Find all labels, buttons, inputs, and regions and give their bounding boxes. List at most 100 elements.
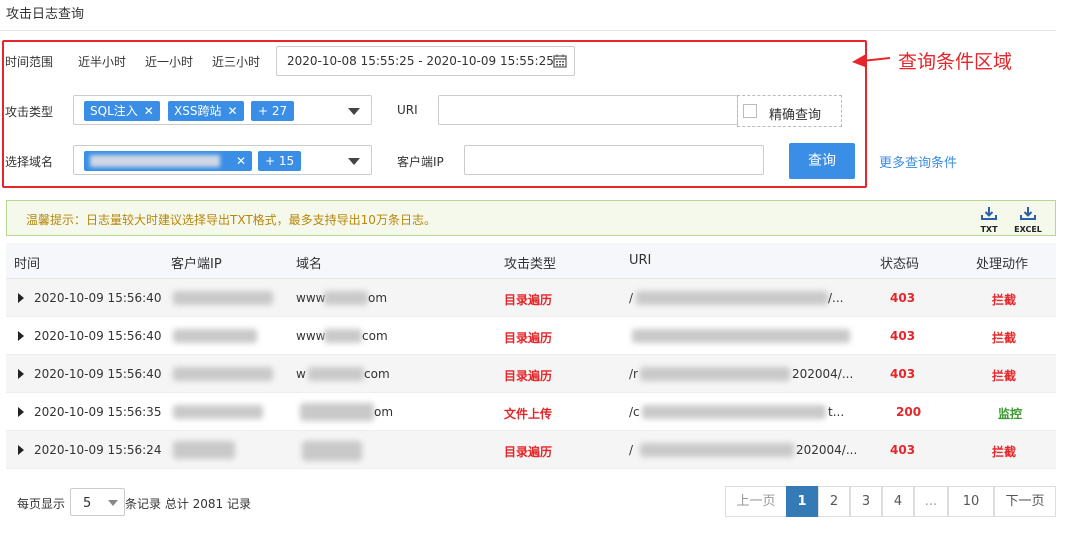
table-row[interactable]: 2020-10-09 15:56:40 www om 目录遍历 / /... 4… (6, 279, 1056, 317)
exact-query-checkbox[interactable] (743, 104, 757, 118)
page-button-10[interactable]: 10 (948, 486, 994, 517)
quick-range-one-hour[interactable]: 近一小时 (145, 53, 193, 70)
attack-more-count: + 27 (251, 101, 295, 121)
export-txt-button[interactable]: TXT (975, 207, 1003, 234)
download-icon (1020, 207, 1036, 220)
title-divider (0, 30, 1056, 31)
col-domain: 域名 (296, 257, 323, 272)
page-button-4[interactable]: 4 (882, 486, 914, 517)
domain-select[interactable]: ✕ + 15 (73, 145, 372, 175)
row-action: 拦截 (992, 293, 1017, 307)
row-status: 403 (890, 291, 916, 305)
redacted-ip (173, 329, 257, 343)
date-range-input[interactable]: 2020-10-08 15:55:25 - 2020-10-09 15:55:2… (276, 46, 575, 76)
col-action: 处理动作 (976, 257, 1029, 272)
row-domain-prefix: www (296, 291, 326, 305)
annotation-arrow-icon (852, 54, 891, 67)
client-ip-input[interactable] (464, 145, 764, 175)
row-uri-suffix: 202004/... (792, 367, 854, 381)
row-action: 拦截 (992, 331, 1017, 345)
redacted-ip (173, 441, 235, 459)
chevron-down-icon[interactable] (108, 500, 118, 506)
table-header: 时间 客户端IP 域名 攻击类型 URI 状态码 处理动作 (6, 243, 1056, 279)
quick-range-three-hours[interactable]: 近三小时 (212, 53, 260, 70)
date-range-value: 2020-10-08 15:55:25 - 2020-10-09 15:55:2… (287, 54, 554, 68)
domain-more-count: + 15 (258, 151, 302, 171)
close-icon[interactable]: ✕ (144, 104, 154, 118)
export-excel-button[interactable]: EXCEL (1012, 207, 1044, 234)
row-status: 200 (896, 405, 922, 419)
row-action: 拦截 (992, 369, 1017, 383)
tip-text: 温馨提示：日志量较大时建议选择导出TXT格式，最多支持导出10万条日志。 (26, 213, 436, 227)
close-icon[interactable]: ✕ (236, 151, 246, 171)
col-uri: URI (629, 253, 652, 268)
col-client-ip: 客户端IP (171, 257, 222, 272)
row-time: 2020-10-09 15:56:40 (34, 367, 162, 381)
expand-row-icon[interactable] (18, 331, 24, 341)
row-uri-prefix: / (629, 291, 634, 305)
redacted-uri (640, 367, 790, 381)
col-status: 状态码 (880, 257, 920, 272)
page-button-3[interactable]: 3 (850, 486, 882, 517)
row-status: 403 (890, 443, 916, 457)
domain-tag: ✕ (84, 151, 252, 171)
row-status: 403 (890, 329, 916, 343)
export-txt-label: TXT (980, 225, 998, 234)
row-action: 监控 (998, 407, 1023, 421)
download-icon (981, 207, 997, 220)
expand-row-icon[interactable] (18, 407, 24, 417)
uri-label: URI (397, 103, 418, 117)
col-time: 时间 (14, 257, 41, 272)
more-conditions-link[interactable]: 更多查询条件 (879, 152, 957, 171)
exact-query-toggle[interactable]: 精确查询 (737, 95, 842, 127)
row-domain-suffix: com (362, 329, 388, 343)
redacted-uri (636, 291, 828, 305)
table-row[interactable]: 2020-10-09 15:56:40 w com 目录遍历 /r 202004… (6, 355, 1056, 393)
redacted-domain (324, 329, 362, 343)
page-title: 攻击日志查询 (6, 7, 85, 22)
attack-tag-sql-label: SQL注入 (90, 104, 138, 118)
table-row[interactable]: 2020-10-09 15:56:40 www com 目录遍历 403 拦截 (6, 317, 1056, 355)
query-button[interactable]: 查询 (789, 143, 855, 179)
expand-row-icon[interactable] (18, 293, 24, 303)
close-icon[interactable]: ✕ (227, 104, 237, 118)
row-attack-type: 目录遍历 (504, 445, 553, 459)
page-button-1[interactable]: 1 (786, 486, 818, 517)
col-attack-type: 攻击类型 (504, 257, 557, 272)
row-action: 拦截 (992, 445, 1017, 459)
client-ip-label: 客户端IP (397, 155, 444, 169)
row-uri-suffix: t... (828, 405, 845, 419)
export-excel-label: EXCEL (1014, 225, 1042, 234)
tip-bar: 温馨提示：日志量较大时建议选择导出TXT格式，最多支持导出10万条日志。 TXT… (6, 200, 1056, 236)
chevron-down-icon[interactable] (348, 108, 360, 115)
redacted-uri (642, 405, 826, 419)
calendar-icon[interactable] (553, 54, 567, 68)
attack-tag-xss-label: XSS跨站 (174, 104, 222, 118)
attack-type-select[interactable]: SQL注入 ✕ XSS跨站 ✕ + 27 (73, 95, 372, 125)
expand-row-icon[interactable] (18, 369, 24, 379)
redacted-uri (632, 329, 850, 343)
chevron-down-icon[interactable] (348, 158, 360, 165)
row-domain-suffix: om (368, 291, 388, 305)
quick-range-half-hour[interactable]: 近半小时 (78, 53, 126, 70)
page-size-select[interactable]: 5 (70, 488, 125, 516)
page-button-2[interactable]: 2 (818, 486, 850, 517)
table-row[interactable]: 2020-10-09 15:56:24 目录遍历 / 202004/... 40… (6, 431, 1056, 469)
redacted-domain (90, 155, 220, 167)
page-size-value: 5 (83, 496, 92, 511)
expand-row-icon[interactable] (18, 445, 24, 455)
row-attack-type: 目录遍历 (504, 293, 553, 307)
time-range-label: 时间范围 (5, 55, 54, 69)
next-page-button[interactable]: 下一页 (994, 486, 1056, 517)
prev-page-button[interactable]: 上一页 (725, 486, 787, 517)
uri-input[interactable] (438, 95, 738, 125)
row-domain-suffix: com (364, 367, 390, 381)
table-row[interactable]: 2020-10-09 15:56:35 om 文件上传 /c t... 200 … (6, 393, 1056, 431)
attack-type-label: 攻击类型 (5, 105, 54, 119)
row-uri-prefix: /r (629, 367, 638, 381)
redacted-ip (173, 367, 273, 381)
record-summary: 条记录 总计 2081 记录 (125, 497, 251, 511)
row-attack-type: 目录遍历 (504, 331, 553, 345)
row-time: 2020-10-09 15:56:35 (34, 405, 162, 419)
redacted-domain (308, 367, 364, 381)
